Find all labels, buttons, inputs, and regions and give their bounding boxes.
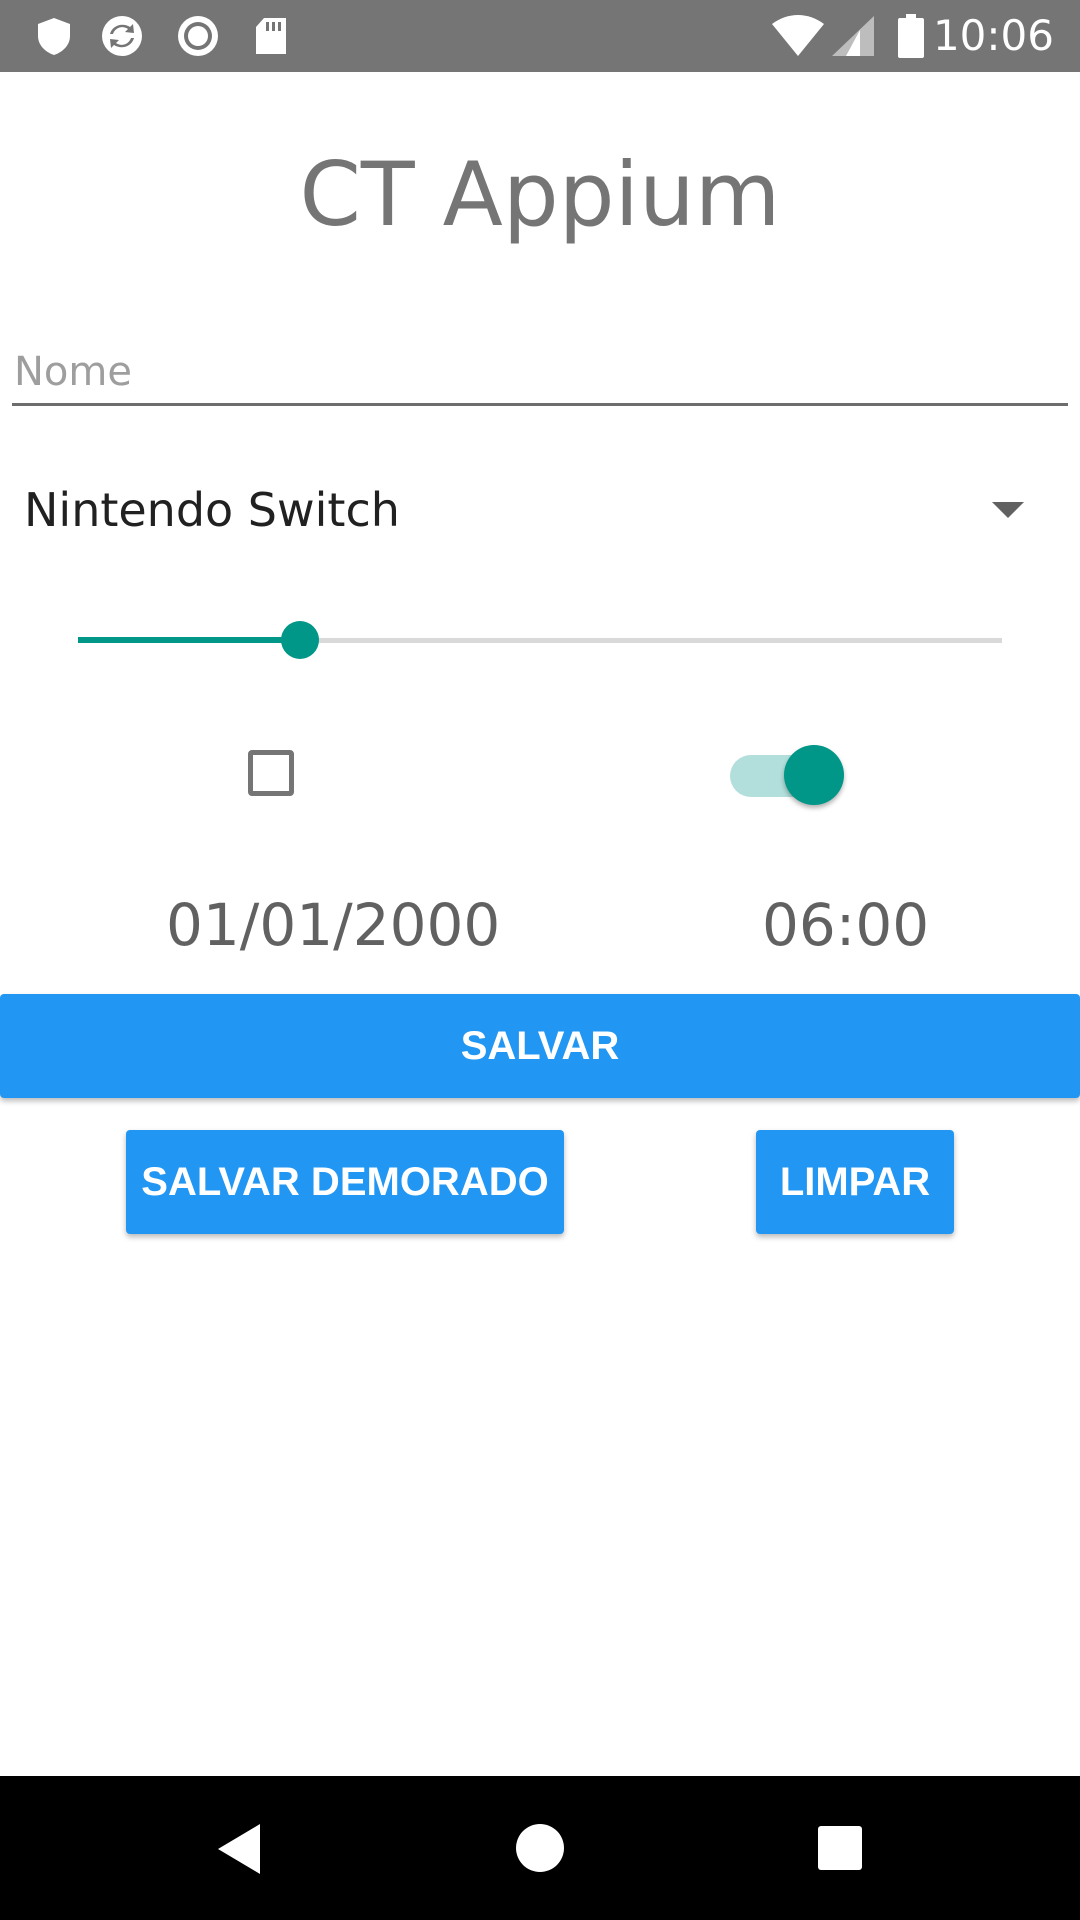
shield-icon [38, 18, 70, 55]
seekbar[interactable] [78, 620, 1002, 660]
signal-icon [832, 16, 874, 56]
status-time: 10:06 [932, 11, 1054, 60]
seekbar-thumb[interactable] [280, 621, 319, 659]
dropdown-arrow-icon [992, 502, 1024, 518]
switch-thumb [784, 745, 844, 805]
clear-button[interactable]: LIMPAR [756, 1130, 954, 1234]
sync-icon [102, 16, 142, 56]
save-button[interactable]: SALVAR [0, 994, 1080, 1098]
battery-icon [898, 14, 924, 58]
recents-icon[interactable] [818, 1826, 862, 1870]
page-title: CT Appium [299, 143, 781, 246]
sd-card-icon [256, 18, 286, 54]
home-icon[interactable] [516, 1824, 564, 1872]
date-field[interactable]: 01/01/2000 [166, 890, 500, 960]
seekbar-progress [78, 637, 300, 643]
spinner-selected-value: Nintendo Switch [24, 483, 400, 537]
console-spinner[interactable]: Nintendo Switch [0, 470, 1080, 550]
toggle-switch[interactable] [730, 745, 846, 807]
name-input[interactable] [12, 340, 1068, 406]
status-bar: 10:06 [0, 0, 1080, 72]
wifi-icon [772, 15, 824, 56]
checkbox[interactable] [248, 750, 294, 796]
record-icon [178, 16, 218, 56]
navigation-bar [0, 1776, 1080, 1920]
time-field[interactable]: 06:00 [762, 890, 929, 960]
save-delayed-button[interactable]: SALVAR DEMORADO [126, 1130, 564, 1234]
back-icon[interactable] [218, 1824, 260, 1874]
